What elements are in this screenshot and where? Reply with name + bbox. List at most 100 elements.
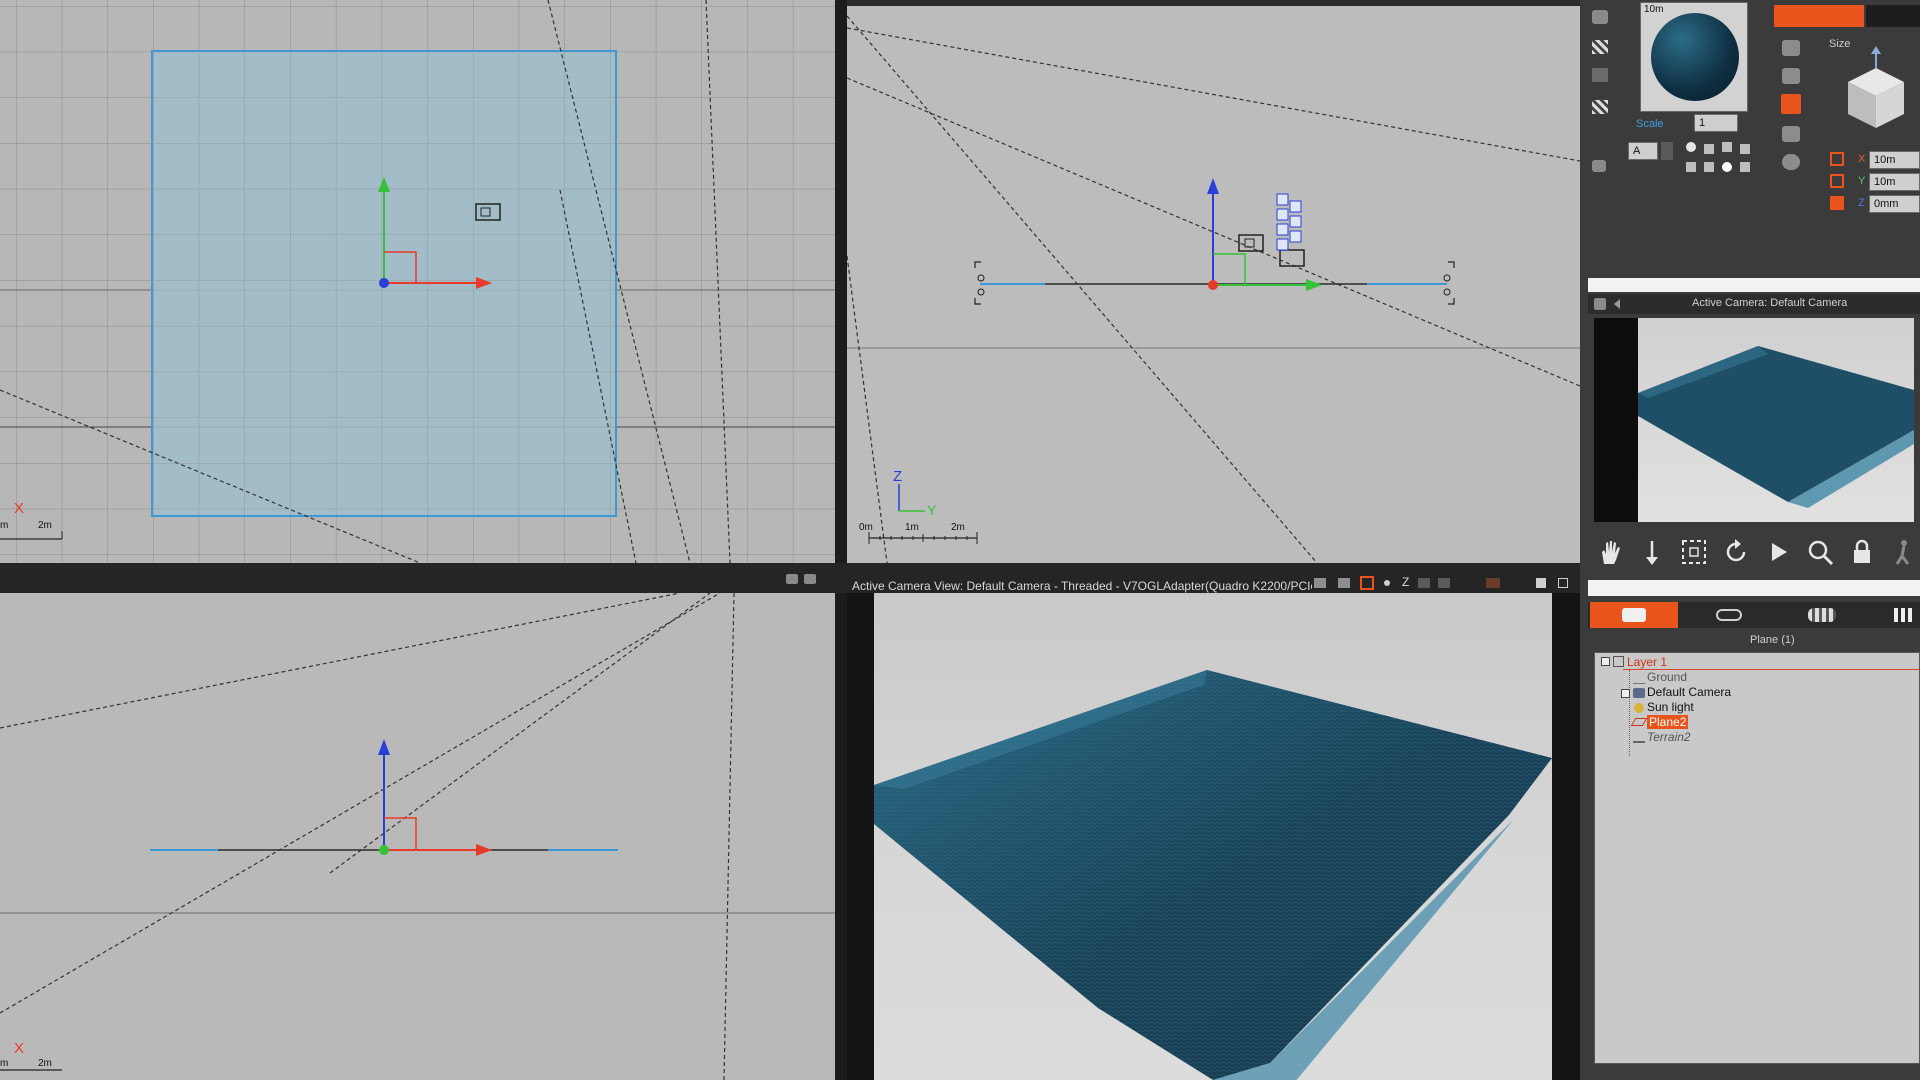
material-tool-icon-4[interactable] [1592,100,1608,114]
ground-icon [1633,675,1645,684]
header-active-icon[interactable] [1360,576,1374,590]
pan-hand-icon[interactable] [1596,538,1626,568]
material-tool-icon-3[interactable] [1592,68,1608,82]
tab-layers[interactable] [1876,602,1920,628]
top-scale-label-1: m [0,520,9,531]
orientation-cube[interactable] [1836,46,1916,138]
dolly-arrow-icon[interactable] [1638,538,1668,568]
size-z-lock-icon[interactable] [1830,196,1844,210]
material-node-icon-4[interactable] [1686,162,1696,172]
scene-tabs [1588,602,1920,628]
front-viewport[interactable]: X m 2m [0,593,835,1080]
object-tool-icon-1[interactable] [1782,40,1800,56]
front-scale-label-2: 2m [38,1058,52,1069]
camera-render-area [874,593,1552,1080]
layer-collapse-icon[interactable] [1601,657,1610,666]
top-viewport[interactable]: X m 2m [0,0,835,563]
header-pen-icon[interactable] [1536,578,1546,588]
camera-preview[interactable] [1594,318,1914,522]
tree-item-terrain2[interactable]: Terrain2 [1647,730,1691,744]
material-skull-icon[interactable] [1686,142,1696,152]
material-tool-icon-1[interactable] [1592,10,1608,24]
frame-select-icon[interactable] [1680,538,1710,568]
orbit-icon[interactable] [1722,538,1752,568]
tree-item-layer-1[interactable]: Layer 1 [1627,655,1667,669]
material-node-icon-2[interactable] [1722,142,1732,152]
object-tool-icon-3[interactable] [1782,126,1800,142]
play-icon[interactable] [1764,538,1794,568]
tab-render[interactable] [1776,602,1864,628]
material-node-icon-1[interactable] [1704,144,1714,154]
header-maximize-icon[interactable] [1558,578,1568,588]
tree-item-ground[interactable]: Ground [1647,670,1687,684]
tab-materials[interactable] [1684,602,1772,628]
walk-icon[interactable] [1890,538,1920,568]
lock-icon[interactable] [1848,538,1878,568]
object-tool-icon-active[interactable] [1781,94,1801,114]
material-node-icon-5[interactable] [1704,162,1714,172]
size-x-input[interactable]: 10m [1869,151,1920,169]
header-render-icon[interactable] [1338,578,1350,588]
materials-tab-icon [1716,609,1742,621]
material-icon-grid [1684,140,1764,180]
header-swatch-icon[interactable] [1486,578,1500,588]
camera-preview-arrow-icon[interactable] [1614,299,1620,309]
size-tab-active[interactable] [1774,5,1864,27]
camera-preview-title: Active Camera: Default Camera [1692,297,1848,309]
scene-tree[interactable]: Layer 1 Ground Default Camera Sun light … [1594,652,1920,1064]
top-viewport-canvas [0,0,835,563]
top-scale-label-2: 2m [38,520,52,531]
viewport-divider-vertical[interactable] [835,0,847,1080]
channel-dropdown-icon[interactable] [1661,142,1673,160]
render-tab-icon [1808,608,1836,622]
right-axis-y-label: Y [927,502,937,518]
tree-item-default-camera[interactable]: Default Camera [1647,685,1731,699]
layer-icon [1613,656,1624,667]
tree-item-sun-light[interactable]: Sun light [1647,700,1694,714]
material-tool-column [1590,4,1616,174]
tab-objects[interactable] [1590,602,1678,628]
material-preview[interactable]: 10m [1640,2,1748,112]
header-z-label[interactable]: Z [1402,575,1409,589]
channel-select[interactable]: A [1628,142,1658,160]
header-dot-icon[interactable] [1384,580,1390,586]
water-render [874,670,1552,1080]
size-tab-2[interactable] [1866,5,1920,27]
size-y-lock-icon[interactable] [1830,174,1844,188]
camera-expand-icon[interactable] [1621,689,1630,698]
viewport-render-icon[interactable] [804,574,816,584]
material-tool-icon-2[interactable] [1592,40,1608,54]
size-x-label: X [1858,153,1866,165]
size-z-input[interactable]: 0mm [1869,195,1920,213]
layers-tab-icon [1894,608,1914,622]
panel-separator-1 [1588,278,1920,292]
object-tool-icon-2[interactable] [1782,68,1800,84]
viewport-camera-icon[interactable] [786,574,798,584]
scale-label: Scale [1636,118,1664,130]
material-node-icon-6[interactable] [1740,162,1750,172]
object-tool-column [1780,36,1804,176]
panel-separator-2 [1588,580,1920,596]
camera-viewport[interactable] [847,593,1580,1080]
camera-preview-settings-icon[interactable] [1594,298,1606,310]
zoom-camera-icon[interactable] [1806,538,1836,568]
right-viewport[interactable]: Z Y 0m 1m 2m [847,6,1580,563]
material-tool-icon-5[interactable] [1592,160,1606,172]
size-y-input[interactable]: 10m [1869,173,1920,191]
tree-item-plane2[interactable]: Plane2 [1647,715,1689,729]
header-camera-icon[interactable] [1314,578,1326,588]
object-tool-icon-4[interactable] [1782,154,1800,170]
size-x-lock-icon[interactable] [1830,152,1844,166]
right-viewport-canvas [847,15,1580,563]
top-axis-x-label: X [14,500,25,517]
scale-input[interactable]: 1 [1694,114,1738,132]
front-scale-label-1: m [0,1058,9,1069]
material-sphere-icon[interactable] [1722,162,1732,172]
scene-title: Plane (1) [1750,634,1795,646]
sun-icon [1634,703,1644,713]
material-node-icon-3[interactable] [1740,144,1750,154]
camera-icon [1633,688,1645,698]
header-grid-icon[interactable] [1418,578,1430,588]
camera-preview-water [1638,346,1914,508]
header-layers-icon[interactable] [1438,578,1450,588]
